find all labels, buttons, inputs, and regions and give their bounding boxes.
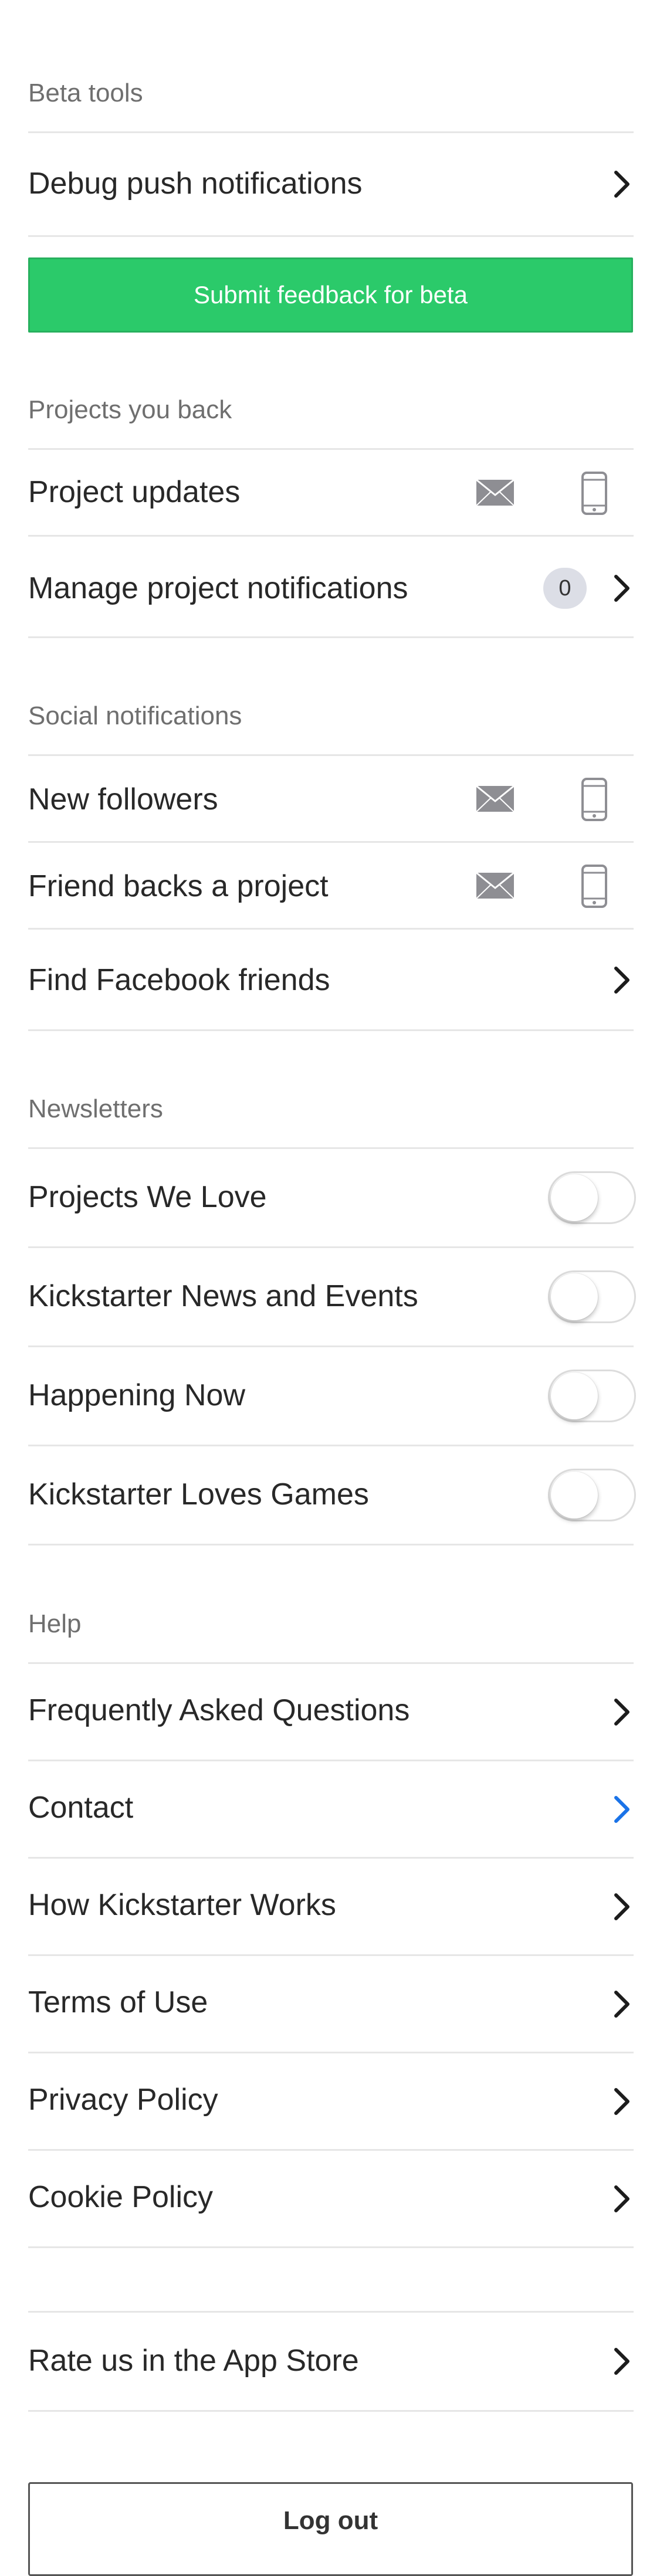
divider — [28, 2410, 634, 2412]
help-item-how-kickstarter-works[interactable]: How Kickstarter Works — [0, 1859, 660, 1954]
debug-push-notifications-row[interactable]: Debug push notifications — [0, 133, 660, 235]
envelope-icon[interactable] — [476, 872, 515, 899]
project-updates-label: Project updates — [28, 475, 241, 509]
divider — [28, 2246, 634, 2248]
chevron-right-icon — [614, 171, 629, 198]
section-header-newsletters: Newsletters — [28, 1094, 163, 1123]
divider — [28, 1029, 634, 1031]
friend-backs-project-row: Friend backs a project — [0, 843, 660, 928]
notification-count-badge: 0 — [543, 568, 587, 609]
section-header-social-notifications: Social notifications — [28, 701, 242, 730]
toggle-knob — [551, 1472, 598, 1519]
debug-push-notifications-label: Debug push notifications — [28, 167, 363, 201]
chevron-right-icon — [614, 575, 629, 602]
new-followers-label: New followers — [28, 782, 218, 816]
help-item-privacy-policy[interactable]: Privacy Policy — [0, 2053, 660, 2149]
chevron-right-icon — [614, 2348, 629, 2375]
chevron-right-icon — [614, 2185, 629, 2212]
help-item-terms-of-use[interactable]: Terms of Use — [0, 1956, 660, 2052]
chevron-right-icon — [614, 1699, 629, 1726]
newsletter-toggle[interactable] — [548, 1469, 636, 1521]
toggle-knob — [551, 1273, 598, 1320]
logout-button[interactable]: Log out — [28, 2482, 633, 2576]
help-item-contact[interactable]: Contact — [0, 1761, 660, 1857]
new-followers-row: New followers — [0, 756, 660, 841]
newsletter-label: Kickstarter Loves Games — [28, 1477, 369, 1511]
chevron-right-icon — [614, 2088, 629, 2115]
envelope-icon[interactable] — [476, 785, 515, 812]
chevron-right-icon — [614, 967, 629, 994]
divider — [28, 636, 634, 638]
newsletter-label: Happening Now — [28, 1378, 246, 1412]
divider — [28, 235, 634, 237]
phone-icon[interactable] — [581, 472, 608, 515]
help-item-label: Contact — [28, 1791, 134, 1825]
help-item-label: Terms of Use — [28, 1985, 208, 2019]
newsletter-label: Kickstarter News and Events — [28, 1279, 418, 1313]
rate-app-store-row[interactable]: Rate us in the App Store — [0, 2313, 660, 2410]
toggle-knob — [551, 1372, 598, 1419]
phone-icon[interactable] — [581, 778, 608, 821]
section-header-beta-tools: Beta tools — [28, 79, 143, 107]
chevron-right-icon — [614, 1796, 629, 1823]
newsletter-toggle[interactable] — [548, 1270, 636, 1323]
help-item-label: Cookie Policy — [28, 2180, 214, 2214]
divider — [28, 1544, 634, 1545]
toggle-knob — [551, 1174, 598, 1221]
submit-feedback-button[interactable]: Submit feedback for beta — [28, 257, 633, 333]
help-item-label: Privacy Policy — [28, 2083, 218, 2117]
section-header-help: Help — [28, 1609, 82, 1638]
project-updates-row: Project updates — [0, 450, 660, 535]
rate-app-store-label: Rate us in the App Store — [28, 2344, 359, 2378]
phone-icon[interactable] — [581, 865, 608, 908]
newsletter-toggle[interactable] — [548, 1171, 636, 1224]
envelope-icon[interactable] — [476, 479, 515, 506]
friend-backs-project-label: Friend backs a project — [28, 869, 329, 903]
chevron-right-icon — [614, 1991, 629, 2018]
help-item-faq[interactable]: Frequently Asked Questions — [0, 1664, 660, 1760]
chevron-right-icon — [614, 1893, 629, 1920]
newsletter-toggle[interactable] — [548, 1370, 636, 1422]
find-facebook-friends-row[interactable]: Find Facebook friends — [0, 930, 660, 1029]
section-header-projects-you-back: Projects you back — [28, 395, 232, 424]
manage-project-notifications-label: Manage project notifications — [28, 571, 408, 605]
help-item-label: Frequently Asked Questions — [28, 1693, 410, 1727]
find-facebook-friends-label: Find Facebook friends — [28, 963, 330, 997]
help-item-cookie-policy[interactable]: Cookie Policy — [0, 2151, 660, 2246]
help-item-label: How Kickstarter Works — [28, 1888, 336, 1922]
newsletter-label: Projects We Love — [28, 1180, 267, 1214]
